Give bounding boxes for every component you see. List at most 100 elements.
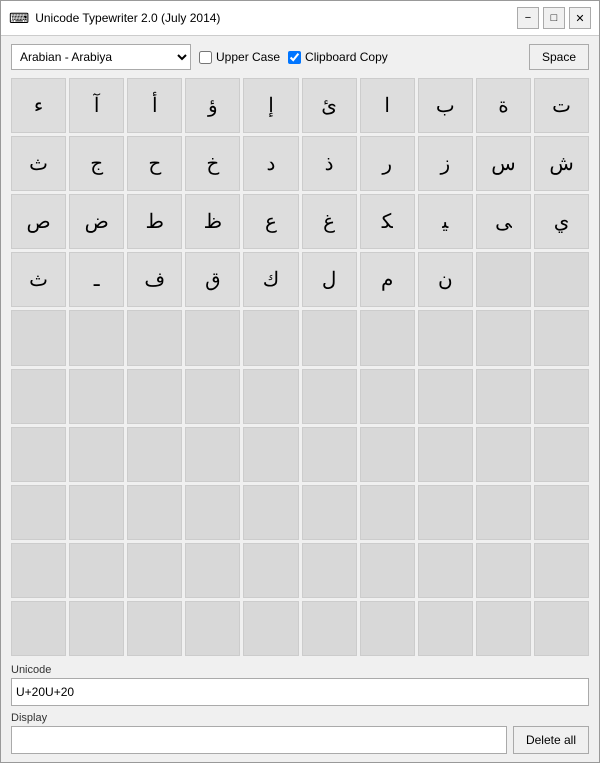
char-cell — [243, 543, 298, 598]
char-cell — [534, 252, 589, 307]
char-cell[interactable]: م — [360, 252, 415, 307]
char-cell — [69, 485, 124, 540]
display-label: Display — [11, 712, 589, 724]
char-cell[interactable]: ئ — [302, 78, 357, 133]
char-cell — [476, 369, 531, 424]
char-cell[interactable]: ع — [243, 194, 298, 249]
character-grid: ءآأؤإئابةت ثجحخدذرزسش صضطظعغﻜﻴﻰﻱ ﺙـفقكلمن — [11, 78, 589, 656]
char-cell[interactable]: ا — [360, 78, 415, 133]
char-cell[interactable]: ح — [127, 136, 182, 191]
char-cell[interactable]: ص — [11, 194, 66, 249]
char-cell[interactable]: ر — [360, 136, 415, 191]
display-input[interactable] — [11, 726, 507, 754]
char-cell[interactable]: ؤ — [185, 78, 240, 133]
char-cell — [127, 310, 182, 365]
char-cell — [302, 369, 357, 424]
char-cell — [302, 485, 357, 540]
app-window: ⌨ Unicode Typewriter 2.0 (July 2014) − □… — [0, 0, 600, 763]
char-cell[interactable]: غ — [302, 194, 357, 249]
char-cell[interactable]: ث — [11, 136, 66, 191]
char-cell — [185, 485, 240, 540]
unicode-input[interactable] — [11, 678, 589, 706]
char-cell[interactable]: ط — [127, 194, 182, 249]
char-cell — [127, 485, 182, 540]
char-cell[interactable]: ق — [185, 252, 240, 307]
uppercase-checkbox-label[interactable]: Upper Case — [199, 50, 280, 64]
language-select[interactable]: Arabian - Arabiya — [11, 44, 191, 70]
char-cell — [127, 543, 182, 598]
char-cell[interactable]: ت — [534, 78, 589, 133]
char-cell[interactable]: ز — [418, 136, 473, 191]
char-cell — [476, 427, 531, 482]
char-cell[interactable]: ف — [127, 252, 182, 307]
char-cell[interactable]: آ — [69, 78, 124, 133]
char-cell — [11, 543, 66, 598]
char-cell[interactable]: ل — [302, 252, 357, 307]
display-row: Delete all — [11, 726, 589, 754]
char-cell[interactable]: ة — [476, 78, 531, 133]
char-cell — [185, 543, 240, 598]
close-button[interactable]: ✕ — [569, 7, 591, 29]
char-cell — [127, 601, 182, 656]
char-cell — [302, 601, 357, 656]
char-cell — [69, 427, 124, 482]
title-bar: ⌨ Unicode Typewriter 2.0 (July 2014) − □… — [1, 1, 599, 36]
char-cell[interactable]: ش — [534, 136, 589, 191]
char-cell — [534, 485, 589, 540]
char-cell — [360, 310, 415, 365]
clipboard-label: Clipboard Copy — [305, 50, 388, 64]
char-cell — [243, 601, 298, 656]
uppercase-checkbox[interactable] — [199, 51, 212, 64]
delete-all-button[interactable]: Delete all — [513, 726, 589, 754]
char-cell[interactable]: ك — [243, 252, 298, 307]
char-cell[interactable]: ج — [69, 136, 124, 191]
char-cell[interactable]: ن — [418, 252, 473, 307]
char-cell — [360, 369, 415, 424]
char-cell — [534, 369, 589, 424]
char-cell — [11, 369, 66, 424]
char-cell[interactable]: إ — [243, 78, 298, 133]
window-title: Unicode Typewriter 2.0 (July 2014) — [35, 11, 220, 25]
char-cell — [11, 485, 66, 540]
char-cell — [360, 485, 415, 540]
char-cell — [69, 543, 124, 598]
char-cell — [534, 601, 589, 656]
char-cell[interactable]: ء — [11, 78, 66, 133]
clipboard-checkbox[interactable] — [288, 51, 301, 64]
char-cell[interactable]: ﻱ — [534, 194, 589, 249]
char-cell[interactable]: س — [476, 136, 531, 191]
char-cell[interactable]: ﻜ — [360, 194, 415, 249]
char-cell — [127, 369, 182, 424]
char-cell — [476, 485, 531, 540]
char-cell — [302, 543, 357, 598]
char-cell — [476, 543, 531, 598]
char-cell[interactable]: ذ — [302, 136, 357, 191]
char-cell[interactable]: ﻴ — [418, 194, 473, 249]
char-cell — [476, 310, 531, 365]
char-cell[interactable]: ظ — [185, 194, 240, 249]
char-cell[interactable]: ﺙ — [11, 252, 66, 307]
char-cell — [11, 310, 66, 365]
uppercase-label: Upper Case — [216, 50, 280, 64]
char-cell[interactable]: د — [243, 136, 298, 191]
clipboard-checkbox-label[interactable]: Clipboard Copy — [288, 50, 388, 64]
title-controls: − □ ✕ — [517, 7, 591, 29]
char-cell — [243, 485, 298, 540]
char-cell[interactable]: ـ — [69, 252, 124, 307]
char-cell[interactable]: ض — [69, 194, 124, 249]
char-cell — [418, 310, 473, 365]
maximize-button[interactable]: □ — [543, 7, 565, 29]
space-button[interactable]: Space — [529, 44, 589, 70]
char-cell — [418, 485, 473, 540]
char-cell — [185, 310, 240, 365]
char-cell — [243, 310, 298, 365]
app-icon: ⌨ — [9, 10, 29, 27]
char-cell[interactable]: ﻰ — [476, 194, 531, 249]
char-cell[interactable]: خ — [185, 136, 240, 191]
minimize-button[interactable]: − — [517, 7, 539, 29]
char-cell — [302, 427, 357, 482]
char-cell — [360, 543, 415, 598]
char-cell[interactable]: ب — [418, 78, 473, 133]
char-cell — [476, 601, 531, 656]
char-cell[interactable]: أ — [127, 78, 182, 133]
